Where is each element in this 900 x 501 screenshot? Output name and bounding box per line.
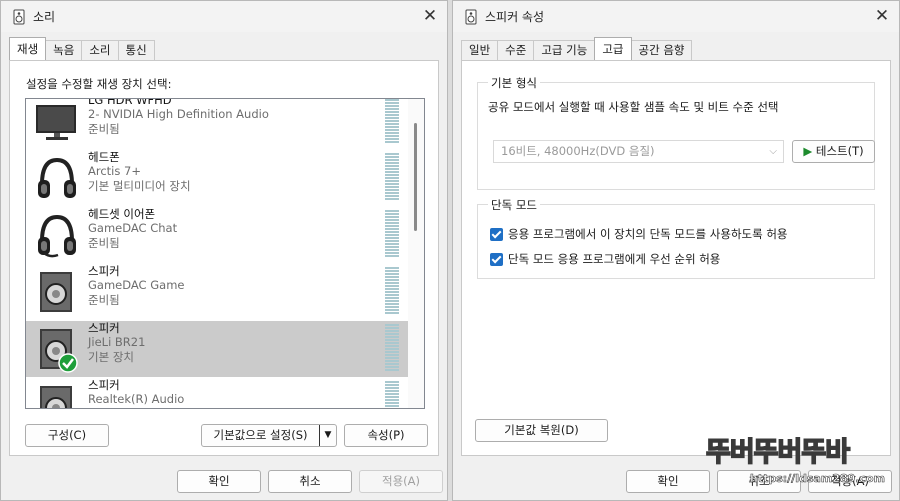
close-button[interactable]: ✕ <box>419 5 441 27</box>
device-name: 헤드폰 <box>88 150 120 164</box>
headset-icon <box>38 214 76 258</box>
speaker-properties-dialog: 스피커 속성 ✕ 일반 수준 고급 기능 고급 공간 음향 기본 형식 공유 모… <box>452 0 900 501</box>
format-select-value: 16비트, 48000Hz(DVD 음질) <box>501 144 655 158</box>
ok-button[interactable]: 확인 <box>177 470 261 493</box>
exclusive-priority-row[interactable]: 단독 모드 응용 프로그램에게 우선 순위 허용 <box>490 251 720 267</box>
device-driver: JieLi BR21 <box>88 335 146 350</box>
play-icon: ▶ <box>803 144 813 158</box>
list-item[interactable]: 헤드폰 Arctis 7+ 기본 멀티미디어 장치 <box>26 150 410 206</box>
device-name: 스피커 <box>88 264 120 278</box>
device-driver: 2- NVIDIA High Definition Audio <box>88 107 269 122</box>
configure-button[interactable]: 구성(C) <box>25 424 109 447</box>
ok-button[interactable]: 확인 <box>626 470 710 493</box>
level-meter-icon <box>385 324 399 371</box>
tab-sounds[interactable]: 소리 <box>81 40 119 60</box>
set-default-label: 기본값으로 설정(S) <box>213 428 308 442</box>
device-driver: Arctis 7+ <box>88 164 141 179</box>
device-driver: GameDAC Game <box>88 278 185 293</box>
set-default-button[interactable]: 기본값으로 설정(S) ▼ <box>201 424 337 447</box>
format-select[interactable]: 16비트, 48000Hz(DVD 음질) ⌵ <box>493 140 784 163</box>
instruction-text: 설정을 수정할 재생 장치 선택: <box>26 77 172 91</box>
group-label: 단독 모드 <box>488 197 540 213</box>
tab-spatial-sound[interactable]: 공간 음향 <box>630 40 693 60</box>
headphones-icon <box>38 157 76 198</box>
allow-exclusive-label: 응용 프로그램에서 이 장치의 단독 모드를 사용하도록 허용 <box>508 227 788 241</box>
speaker-default-icon <box>40 329 78 373</box>
device-driver: Realtek(R) Audio <box>88 392 185 407</box>
device-name: 스피커 <box>88 321 120 335</box>
tab-advanced[interactable]: 고급 <box>594 37 632 60</box>
cancel-button[interactable]: 취소 <box>268 470 352 493</box>
sound-dialog: 소리 ✕ 재생 녹음 소리 통신 설정을 수정할 재생 장치 선택: LG HD… <box>0 0 448 501</box>
level-meter-icon <box>385 153 399 200</box>
watermark-url: https://ldsam289.com <box>750 472 886 486</box>
close-button[interactable]: ✕ <box>871 5 893 27</box>
list-item-selected[interactable]: 스피커 JieLi BR21 기본 장치 <box>26 321 410 377</box>
titlebar: 스피커 속성 <box>453 1 899 32</box>
level-meter-icon <box>385 210 399 257</box>
allow-exclusive-checkbox[interactable] <box>490 227 503 241</box>
device-status: 기본 장치 <box>88 349 134 364</box>
device-status: 준비됨 <box>88 121 120 136</box>
tab-communications[interactable]: 통신 <box>117 40 155 60</box>
tab-enhancements[interactable]: 고급 기능 <box>533 40 596 60</box>
list-item[interactable]: LG HDR WFHD 2- NVIDIA High Definition Au… <box>26 98 410 149</box>
level-meter-icon <box>385 267 399 314</box>
device-name: 헤드셋 이어폰 <box>88 207 156 221</box>
default-format-group: 기본 형식 공유 모드에서 실행할 때 사용할 샘플 속도 및 비트 수준 선택… <box>477 75 875 190</box>
monitor-icon <box>36 105 76 140</box>
titlebar: 소리 <box>1 1 447 32</box>
device-name: LG HDR WFHD <box>88 98 172 107</box>
speaker-app-icon <box>465 9 477 24</box>
group-label: 기본 형식 <box>488 75 540 91</box>
device-status: 준비됨 <box>88 235 120 250</box>
exclusive-priority-label: 단독 모드 응용 프로그램에게 우선 순위 허용 <box>508 252 721 266</box>
scrollbar[interactable] <box>408 99 424 408</box>
watermark: 뚜버뚜버뚜바 https://ldsam289.com <box>705 428 896 498</box>
list-item[interactable]: 헤드셋 이어폰 GameDAC Chat 준비됨 <box>26 207 410 263</box>
tab-bar: 일반 수준 고급 기능 고급 공간 음향 <box>461 37 891 60</box>
tab-general[interactable]: 일반 <box>461 40 499 60</box>
watermark-title: 뚜버뚜버뚜바 <box>705 436 851 469</box>
scroll-thumb[interactable] <box>414 123 417 231</box>
tab-recording[interactable]: 녹음 <box>45 40 83 60</box>
properties-button[interactable]: 속성(P) <box>344 424 428 447</box>
level-meter-icon <box>385 381 399 407</box>
speaker-icon <box>40 386 72 408</box>
window-title: 소리 <box>33 10 56 24</box>
chevron-down-icon[interactable]: ▼ <box>319 425 336 446</box>
test-label: 테스트(T) <box>815 144 864 158</box>
exclusive-priority-checkbox[interactable] <box>490 252 503 266</box>
advanced-panel: 기본 형식 공유 모드에서 실행할 때 사용할 샘플 속도 및 비트 수준 선택… <box>461 60 891 456</box>
tab-bar: 재생 녹음 소리 통신 <box>9 37 439 60</box>
exclusive-mode-group: 단독 모드 응용 프로그램에서 이 장치의 단독 모드를 사용하도록 허용 단독… <box>477 197 875 279</box>
device-list[interactable]: LG HDR WFHD 2- NVIDIA High Definition Au… <box>25 98 425 409</box>
speaker-icon <box>40 272 72 312</box>
list-item[interactable]: 스피커 GameDAC Game 준비됨 <box>26 264 410 320</box>
format-description: 공유 모드에서 실행할 때 사용할 샘플 속도 및 비트 수준 선택 <box>488 100 779 114</box>
list-item[interactable]: 스피커 Realtek(R) Audio <box>26 378 410 408</box>
tab-levels[interactable]: 수준 <box>497 40 535 60</box>
chevron-down-icon: ⌵ <box>769 146 777 157</box>
device-driver: GameDAC Chat <box>88 221 178 236</box>
test-button[interactable]: ▶ 테스트(T) <box>792 140 875 163</box>
speaker-app-icon <box>13 9 25 24</box>
level-meter-icon <box>385 99 399 143</box>
playback-panel: 설정을 수정할 재생 장치 선택: LG HDR WFHD 2- NVIDIA … <box>9 60 439 456</box>
apply-button[interactable]: 적용(A) <box>359 470 443 493</box>
device-status: 기본 멀티미디어 장치 <box>88 178 191 193</box>
device-name: 스피커 <box>88 378 120 392</box>
allow-exclusive-row[interactable]: 응용 프로그램에서 이 장치의 단독 모드를 사용하도록 허용 <box>490 226 788 242</box>
window-title: 스피커 속성 <box>485 10 545 24</box>
restore-defaults-button[interactable]: 기본값 복원(D) <box>475 419 608 442</box>
tab-playback[interactable]: 재생 <box>9 37 47 60</box>
device-status: 준비됨 <box>88 292 120 307</box>
